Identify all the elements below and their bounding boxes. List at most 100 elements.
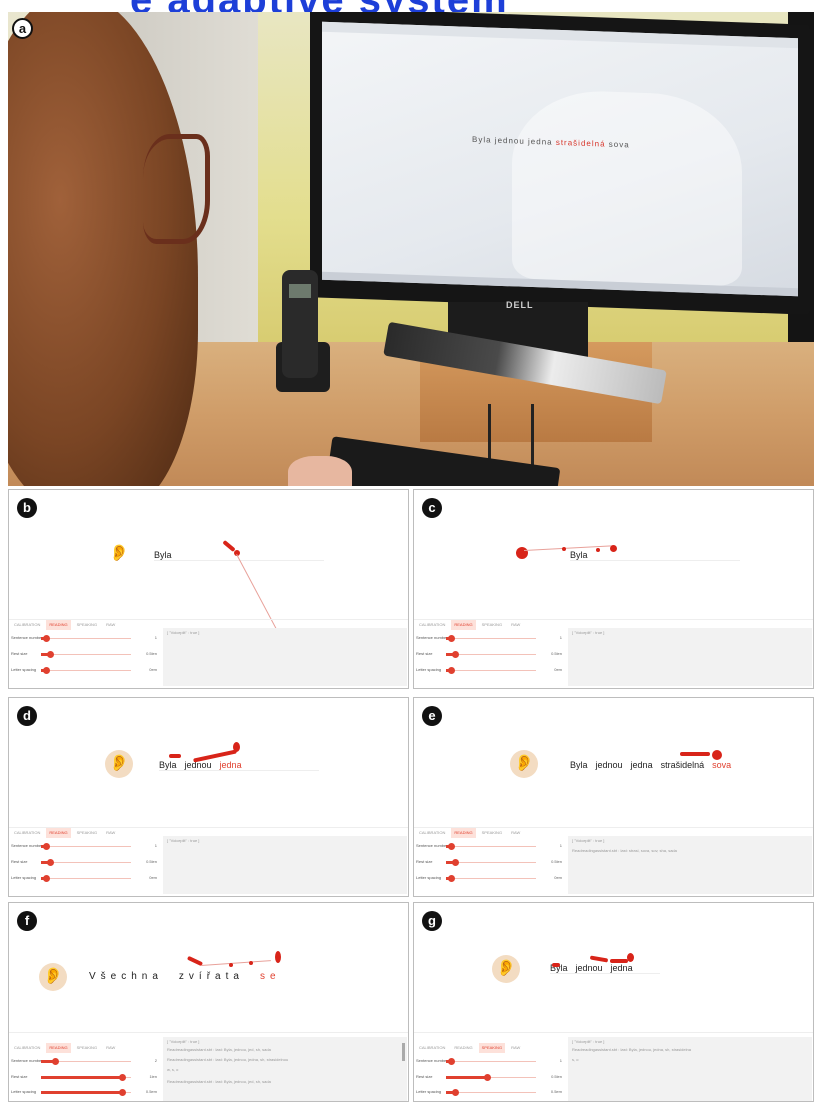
slider-knob[interactable] <box>43 635 50 642</box>
log-panel: [ "Voiceplit" : true ] <box>163 628 407 686</box>
slider-sentence[interactable]: Sentence number 2 <box>11 1057 159 1067</box>
tab-raw[interactable]: RAW <box>103 1043 118 1053</box>
gaze-dot <box>610 545 617 552</box>
sentence: Byla <box>570 550 588 560</box>
tab-reading[interactable]: READING <box>451 828 476 838</box>
tab-calibration[interactable]: CALIBRATION <box>11 620 43 630</box>
baseline <box>159 770 319 771</box>
scrollbar[interactable] <box>402 1043 405 1061</box>
log-line: Readreadingassistant.sbt : last: Byla, j… <box>167 1057 289 1062</box>
sentence: Všechna zvířata se <box>89 971 281 982</box>
tab-reading[interactable]: READING <box>46 620 71 630</box>
tab-reading[interactable]: READING <box>46 828 71 838</box>
slider-knob[interactable] <box>43 875 50 882</box>
slider-sentence[interactable]: Sentence number 1 <box>11 634 159 644</box>
tab-raw[interactable]: RAW <box>103 828 118 838</box>
tab-reading[interactable]: READING <box>451 1043 475 1053</box>
slider-spacing[interactable]: Letter spacing 0em <box>11 874 159 884</box>
slider-knob[interactable] <box>448 875 455 882</box>
speaking-ear-icon: 👂 <box>492 955 520 983</box>
slider-knob[interactable] <box>52 1058 59 1065</box>
tab-raw[interactable]: RAW <box>508 828 523 838</box>
reading-stage: Byla <box>414 520 813 620</box>
phone-screen <box>289 284 311 298</box>
gaze-mark <box>552 963 560 967</box>
tab-calibration[interactable]: CALIBRATION <box>416 620 448 630</box>
panel-label-c: c <box>422 498 442 518</box>
sentence: Byla jednou jedna <box>159 760 242 770</box>
tab-raw[interactable]: RAW <box>508 1043 523 1053</box>
mode-tabs: CALIBRATION READING SPEAKING RAW <box>416 828 523 838</box>
tab-speaking[interactable]: SPEAKING <box>74 1043 100 1053</box>
slider-rest[interactable]: Rest size 0.5len <box>416 650 564 660</box>
slider-sentence[interactable]: Sentence number 1 <box>416 1057 564 1067</box>
slider-spacing[interactable]: Letter spacing 0.5em <box>11 1088 159 1098</box>
tab-speaking[interactable]: SPEAKING <box>74 620 100 630</box>
slider-knob[interactable] <box>452 651 459 658</box>
tab-speaking[interactable]: SPEAKING <box>478 1043 506 1053</box>
log-line: Readreadingassistant.sbt : last: Byla, j… <box>572 1047 691 1052</box>
panel-label-a: a <box>12 18 33 39</box>
tab-calibration[interactable]: CALIBRATION <box>416 828 448 838</box>
slider-rest[interactable]: Rest size 0.5len <box>11 858 159 868</box>
log-panel: [ "Voiceplit" : true ] Readreadingassist… <box>568 1037 812 1101</box>
slider-rest[interactable]: Rest size 0.5len <box>416 858 564 868</box>
slider-rest[interactable]: Rest size 0.5len <box>416 1073 564 1083</box>
slider-knob[interactable] <box>448 667 455 674</box>
reading-stage: 👂 Všechna zvířata se <box>9 933 408 1033</box>
slider-knob[interactable] <box>484 1074 491 1081</box>
control-panel: CALIBRATION READING SPEAKING RAW Sentenc… <box>416 620 564 688</box>
slider-rest[interactable]: Rest size 1len <box>11 1073 159 1083</box>
slider-spacing[interactable]: Letter spacing 0em <box>416 666 564 676</box>
slider-knob[interactable] <box>47 651 54 658</box>
slider-knob[interactable] <box>448 635 455 642</box>
tab-speaking[interactable]: SPEAKING <box>479 620 505 630</box>
ear-icon: 👂 <box>510 750 538 778</box>
browser-bar <box>322 21 798 49</box>
slider-knob[interactable] <box>452 1089 459 1096</box>
slider-knob[interactable] <box>119 1089 126 1096</box>
log-panel: [ "Voiceplit" : true ] Readreadingassist… <box>568 836 812 894</box>
tab-raw[interactable]: RAW <box>103 620 118 630</box>
tab-calibration[interactable]: CALIBRATION <box>416 1043 448 1053</box>
gaze-trail <box>201 960 271 966</box>
slider-rest[interactable]: Rest size 0.5len <box>11 650 159 660</box>
panel-label-g: g <box>422 911 442 931</box>
log-panel: [ "Voiceplit" : true ] <box>163 836 407 894</box>
panel-g: 👂 Byla jednou jedna CALIBRATION READING SP… <box>413 902 814 1102</box>
monitor-screen: Byla jednou jedna strašidelná sova <box>322 21 798 297</box>
slider-sentence[interactable]: Sentence number 1 <box>416 634 564 644</box>
tab-speaking[interactable]: SPEAKING <box>479 828 505 838</box>
tab-reading[interactable]: READING <box>451 620 476 630</box>
screen-reflection <box>512 88 742 287</box>
hand <box>288 456 352 486</box>
gaze-dot <box>562 547 566 551</box>
tab-calibration[interactable]: CALIBRATION <box>11 828 43 838</box>
slider-spacing[interactable]: Letter spacing 0em <box>11 666 159 676</box>
slider-sentence[interactable]: Sentence number 1 <box>11 842 159 852</box>
slider-sentence[interactable]: Sentence number 1 <box>416 842 564 852</box>
log-line: s, o <box>572 1057 579 1062</box>
ear-icon: 👂 <box>39 963 67 991</box>
slider-spacing[interactable]: Letter spacing 0.5em <box>416 1088 564 1098</box>
slider-knob[interactable] <box>43 667 50 674</box>
slider-knob[interactable] <box>448 1058 455 1065</box>
slider-knob[interactable] <box>47 859 54 866</box>
tab-speaking[interactable]: SPEAKING <box>74 828 100 838</box>
photo-panel-a: Byla jednou jedna strašidelná sova DELL <box>8 12 814 486</box>
tab-raw[interactable]: RAW <box>508 620 523 630</box>
reading-stage: 👂 Byla jednou jedna strašidelná sova <box>414 728 813 828</box>
slider-knob[interactable] <box>452 859 459 866</box>
slider-knob[interactable] <box>119 1074 126 1081</box>
mode-tabs: CALIBRATION READING SPEAKING RAW <box>11 620 118 630</box>
glasses <box>143 134 210 244</box>
slider-spacing[interactable]: Letter spacing 0em <box>416 874 564 884</box>
slider-knob[interactable] <box>43 843 50 850</box>
control-panel: CALIBRATION READING SPEAKING RAW Sentenc… <box>11 620 159 688</box>
tab-reading[interactable]: READING <box>46 1043 71 1053</box>
slider-knob[interactable] <box>448 843 455 850</box>
desk-phone <box>282 270 318 378</box>
monitor: Byla jednou jedna strašidelná sova <box>310 12 810 315</box>
tab-calibration[interactable]: CALIBRATION <box>11 1043 43 1053</box>
log-line: w, s, o <box>167 1067 179 1072</box>
